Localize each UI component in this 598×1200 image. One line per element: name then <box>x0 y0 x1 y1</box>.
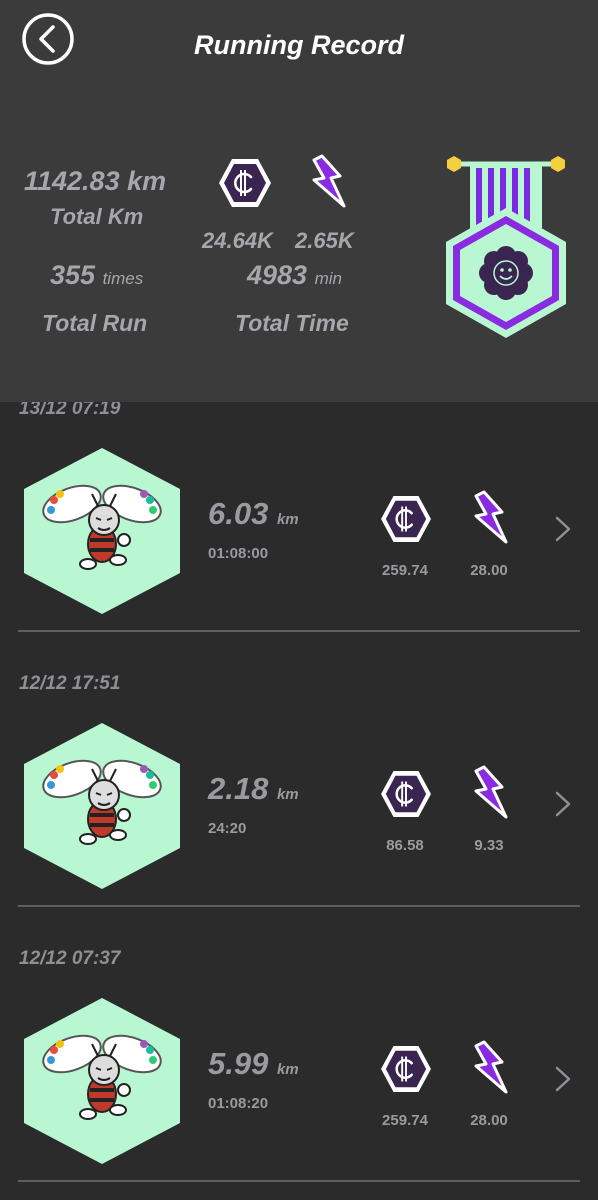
token-total: 24.64K <box>202 228 273 253</box>
coin-icon <box>219 159 271 207</box>
medal-icon <box>446 156 566 338</box>
record-duration: 24:20 <box>208 820 247 837</box>
record-token-value: 259.74 <box>382 562 428 579</box>
coin-icon <box>381 770 431 818</box>
record-energy-value: 28.00 <box>470 1112 508 1129</box>
page-title: Running Record <box>194 30 404 60</box>
coin-icon <box>381 495 431 543</box>
record-distance: 2.18 km <box>208 771 299 807</box>
run-record-item[interactable]: 13/12 07:19 6.03 km 01:08:00 259.74 28.0… <box>0 402 598 677</box>
record-date: 12/12 17:51 <box>19 673 121 694</box>
total-run-value: 355 times <box>50 260 143 291</box>
energy-bolt-icon <box>312 154 346 208</box>
energy-bolt-icon <box>474 765 508 819</box>
record-distance: 6.03 km <box>208 496 299 532</box>
total-run-count: 355 <box>50 260 96 290</box>
record-energy-value: 28.00 <box>470 562 508 579</box>
record-distance-value: 5.99 <box>208 1046 269 1081</box>
energy-bolt-icon <box>474 1040 508 1094</box>
bee-avatar <box>24 998 180 1164</box>
total-run-unit: times <box>102 269 144 288</box>
total-time-number: 4983 <box>247 260 308 290</box>
total-km-value: 1142.83 km <box>24 166 167 196</box>
total-run-label: Total Run <box>42 310 148 336</box>
record-energy-value: 9.33 <box>474 837 504 854</box>
total-time-value: 4983 min <box>247 260 342 291</box>
energy-bolt-icon <box>474 490 508 544</box>
divider <box>18 630 580 632</box>
record-distance: 5.99 km <box>208 1046 299 1082</box>
record-distance-unit: km <box>276 511 299 528</box>
record-distance-value: 6.03 <box>208 496 269 531</box>
run-record-list[interactable]: 13/12 07:19 6.03 km 01:08:00 259.74 28.0… <box>0 402 598 1200</box>
total-time-unit: min <box>314 269 342 288</box>
coin-icon <box>381 1045 431 1093</box>
bee-avatar <box>24 723 180 889</box>
record-distance-unit: km <box>276 1061 299 1078</box>
total-time-label: Total Time <box>235 310 349 336</box>
total-km-label: Total Km <box>50 204 144 229</box>
record-date: 13/12 07:19 <box>19 402 121 419</box>
chevron-right-icon[interactable] <box>553 515 573 543</box>
record-date: 12/12 07:37 <box>19 948 121 969</box>
energy-total: 2.65K <box>295 228 354 253</box>
record-duration: 01:08:00 <box>208 545 269 562</box>
record-token-value: 86.58 <box>386 837 424 854</box>
run-record-item[interactable]: 12/12 07:37 5.99 km 01:08:20 259.74 28.0… <box>0 948 598 1200</box>
divider <box>18 1180 580 1182</box>
bee-avatar <box>24 448 180 614</box>
record-distance-unit: km <box>276 786 299 803</box>
chevron-right-icon[interactable] <box>553 1065 573 1093</box>
record-duration: 01:08:20 <box>208 1095 269 1112</box>
divider <box>18 905 580 907</box>
chevron-right-icon[interactable] <box>553 790 573 818</box>
record-distance-value: 2.18 <box>208 771 269 806</box>
summary-header: Running Record 1142.83 km Total Km 355 t… <box>0 0 598 402</box>
run-record-item[interactable]: 12/12 17:51 2.18 km 24:20 86.58 9.33 <box>0 673 598 952</box>
record-token-value: 259.74 <box>382 1112 428 1129</box>
